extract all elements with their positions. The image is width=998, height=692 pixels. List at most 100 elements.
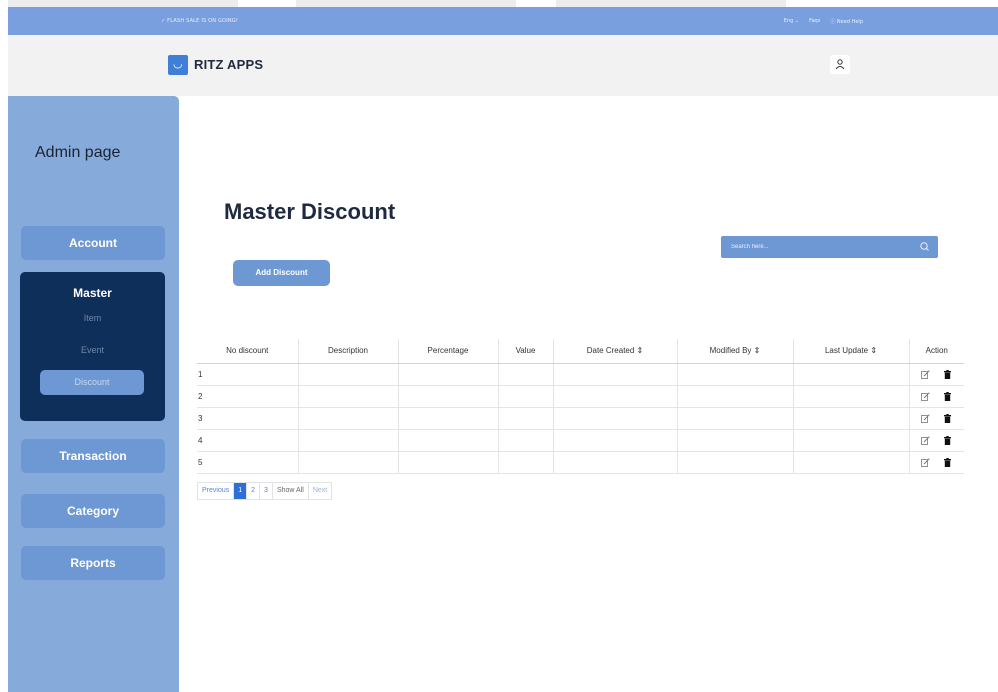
- discount-table: No discount Description Percentage Value…: [197, 339, 964, 474]
- page: ✓ FLASH SALE IS ON GOING! Eng ⌄ Faqs ⓘ N…: [0, 0, 998, 692]
- cell-description: [297, 407, 398, 430]
- cell-value: [497, 407, 553, 430]
- cell-date-created: [552, 451, 677, 474]
- user-icon[interactable]: [830, 55, 850, 74]
- cell-date-created: [552, 385, 677, 408]
- cell-action: [908, 451, 964, 474]
- cell-description: [297, 451, 398, 474]
- help-link[interactable]: ⓘ Need Help: [830, 18, 863, 25]
- edit-icon[interactable]: [921, 414, 930, 423]
- trash-icon[interactable]: [943, 391, 952, 401]
- faqs-link[interactable]: Faqs: [809, 18, 820, 25]
- column-header-value: Value: [497, 339, 553, 364]
- trash-icon[interactable]: [943, 413, 952, 423]
- table-row: 3: [197, 407, 964, 430]
- column-header-last-update[interactable]: Last Update ⇕: [792, 339, 909, 364]
- column-header-action: Action: [908, 339, 964, 364]
- search-input[interactable]: [721, 236, 911, 258]
- sidebar-item-master[interactable]: Master: [20, 286, 165, 300]
- page-title: Master Discount: [224, 199, 396, 224]
- cell-last-update: [792, 363, 909, 386]
- cell-no-discount: 5: [197, 451, 298, 474]
- cell-action: [908, 385, 964, 408]
- pagination: Previous 1 2 3 Show All Next: [197, 482, 333, 500]
- sidebar-master-panel: Master Item Event Discount: [20, 272, 165, 421]
- cell-percentage: [397, 429, 498, 452]
- edit-icon[interactable]: [921, 458, 930, 467]
- cell-percentage: [397, 407, 498, 430]
- announcement-bar: ✓ FLASH SALE IS ON GOING! Eng ⌄ Faqs ⓘ N…: [8, 7, 998, 35]
- table-header-row: No discount Description Percentage Value…: [197, 339, 964, 364]
- column-header-description: Description: [297, 339, 398, 364]
- pagination-next[interactable]: Next: [307, 483, 332, 499]
- table-row: 2: [197, 385, 964, 408]
- cell-percentage: [397, 385, 498, 408]
- cell-no-discount: 1: [197, 363, 298, 386]
- table-row: 5: [197, 451, 964, 474]
- table-row: 4: [197, 429, 964, 452]
- cell-modified-by: [676, 363, 793, 386]
- table-row: 1: [197, 363, 964, 386]
- cell-percentage: [397, 363, 498, 386]
- sidebar-title: Admin page: [35, 144, 121, 161]
- cell-last-update: [792, 407, 909, 430]
- cell-action: [908, 429, 964, 452]
- announcement-message: ✓ FLASH SALE IS ON GOING!: [161, 18, 239, 24]
- sidebar-item-reports[interactable]: Reports: [21, 546, 165, 580]
- pagination-show-all[interactable]: Show All: [271, 483, 308, 499]
- search-icon[interactable]: [918, 240, 932, 254]
- cell-no-discount: 4: [197, 429, 298, 452]
- cell-date-created: [552, 363, 677, 386]
- search-box: [721, 236, 938, 258]
- cell-no-discount: 2: [197, 385, 298, 408]
- sidebar-subitem-discount[interactable]: Discount: [40, 370, 144, 395]
- cell-date-created: [552, 407, 677, 430]
- cell-description: [297, 385, 398, 408]
- sidebar: Admin page Account Master Item Event Dis…: [8, 96, 179, 692]
- trash-icon[interactable]: [943, 369, 952, 379]
- pagination-previous[interactable]: Previous: [198, 483, 234, 499]
- column-header-modified-by[interactable]: Modified By ⇕: [676, 339, 793, 364]
- sidebar-item-category[interactable]: Category: [21, 494, 165, 528]
- cell-last-update: [792, 429, 909, 452]
- cell-last-update: [792, 451, 909, 474]
- cell-modified-by: [676, 451, 793, 474]
- pagination-page-2[interactable]: 2: [246, 483, 260, 499]
- cell-modified-by: [676, 407, 793, 430]
- cell-percentage: [397, 451, 498, 474]
- top-edge: [0, 0, 998, 7]
- cell-action: [908, 363, 964, 386]
- edit-icon[interactable]: [921, 370, 930, 379]
- column-header-percentage: Percentage: [397, 339, 498, 364]
- cell-description: [297, 429, 398, 452]
- announcement-links: Eng ⌄ Faqs ⓘ Need Help: [784, 18, 863, 25]
- pagination-page-1[interactable]: 1: [233, 483, 247, 499]
- edit-icon[interactable]: [921, 392, 930, 401]
- sidebar-subitem-event[interactable]: Event: [20, 345, 165, 355]
- cell-value: [497, 429, 553, 452]
- cell-modified-by: [676, 429, 793, 452]
- trash-icon[interactable]: [943, 435, 952, 445]
- trash-icon[interactable]: [943, 457, 952, 467]
- cell-modified-by: [676, 385, 793, 408]
- column-header-date-created[interactable]: Date Created ⇕: [552, 339, 677, 364]
- cell-value: [497, 385, 553, 408]
- language-selector[interactable]: Eng ⌄: [784, 18, 799, 25]
- cell-action: [908, 407, 964, 430]
- cell-value: [497, 363, 553, 386]
- edit-icon[interactable]: [921, 436, 930, 445]
- column-header-no-discount: No discount: [197, 339, 298, 364]
- cell-no-discount: 3: [197, 407, 298, 430]
- cell-date-created: [552, 429, 677, 452]
- brand-name[interactable]: RITZ APPS: [194, 57, 263, 72]
- cell-description: [297, 363, 398, 386]
- cell-value: [497, 451, 553, 474]
- add-discount-button[interactable]: Add Discount: [233, 260, 330, 286]
- pagination-page-3[interactable]: 3: [259, 483, 272, 499]
- shopping-bag-icon[interactable]: ◡: [168, 55, 188, 75]
- cell-last-update: [792, 385, 909, 408]
- sidebar-item-transaction[interactable]: Transaction: [21, 439, 165, 473]
- header: ◡ RITZ APPS: [8, 35, 998, 96]
- sidebar-item-account[interactable]: Account: [21, 226, 165, 260]
- sidebar-subitem-item[interactable]: Item: [20, 313, 165, 323]
